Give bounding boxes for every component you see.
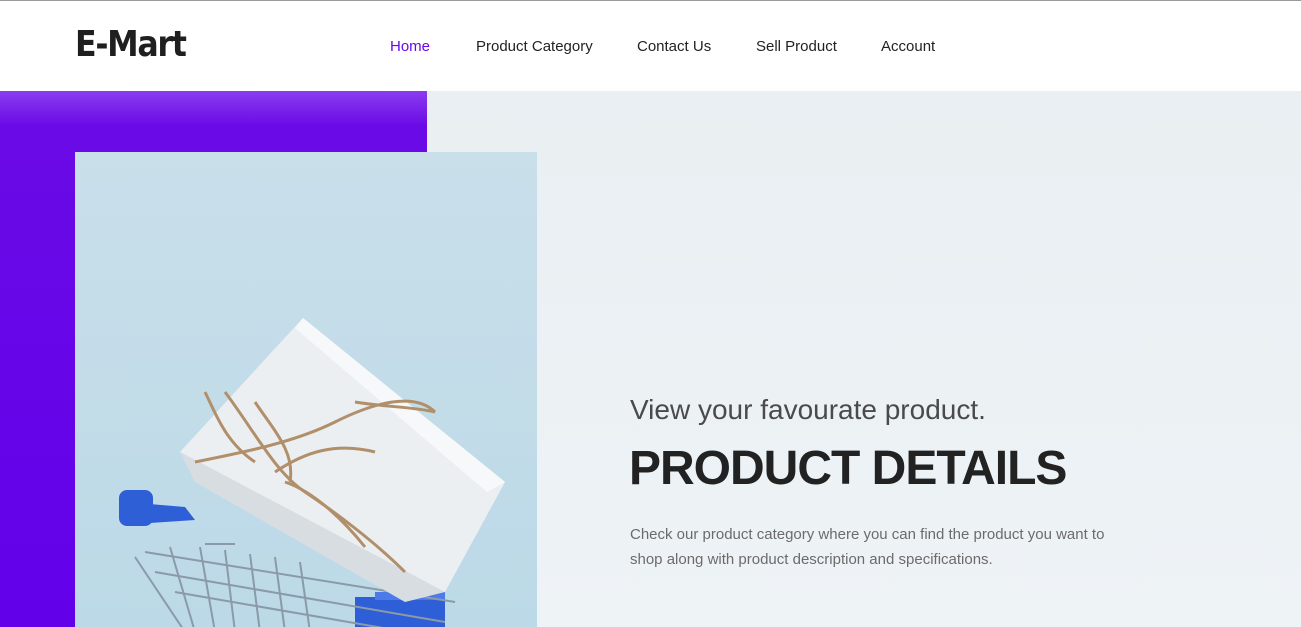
hero-section: View your favourate product. PRODUCT DET… [0, 91, 1301, 627]
nav-home[interactable]: Home [390, 38, 430, 56]
hero-subtitle: View your favourate product. [630, 394, 986, 425]
gift-cart-illustration [119, 318, 505, 627]
hero-title: PRODUCT DETAILS [629, 442, 1067, 495]
nav-sell-product[interactable]: Sell Product [756, 38, 837, 56]
nav-product-category[interactable]: Product Category [476, 38, 593, 56]
site-logo[interactable]: E-Mart [75, 23, 187, 67]
hero-product-image [75, 152, 537, 627]
hero-description: Check our product category where you can… [630, 526, 1105, 568]
nav-account[interactable]: Account [881, 38, 935, 56]
site-header: E-Mart Home Product Category Contact Us … [0, 1, 1301, 91]
nav-contact-us[interactable]: Contact Us [637, 38, 711, 56]
